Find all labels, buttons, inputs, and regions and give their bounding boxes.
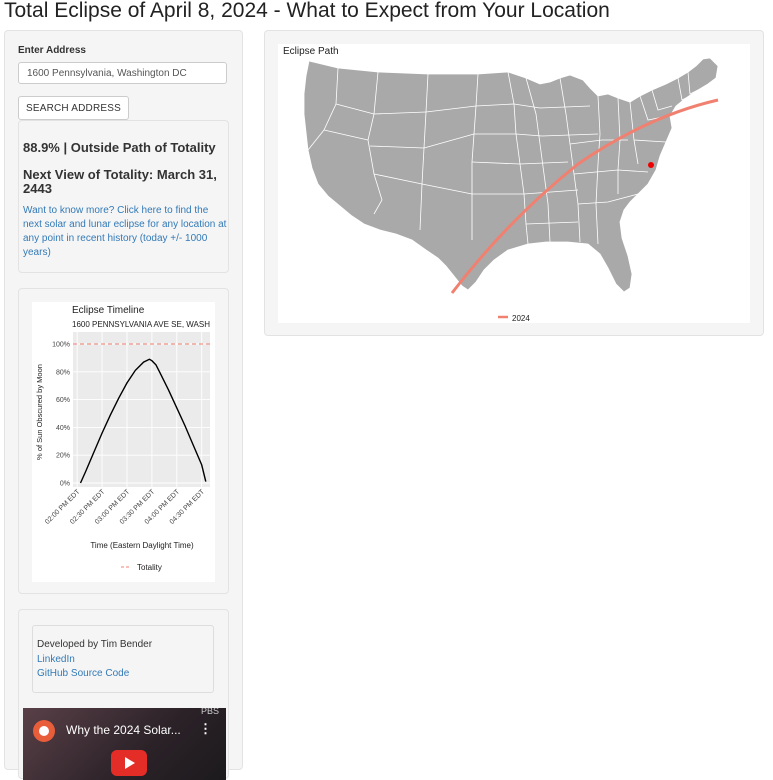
map-canvas: Eclipse Path 2024 <box>278 44 750 323</box>
y-tick-label: 40% <box>56 425 70 432</box>
y-tick-label: 0% <box>60 481 70 488</box>
video-embed[interactable]: Why the 2024 Solar... PBS ⋮ <box>23 708 226 780</box>
legend-totality-label: Totality <box>137 563 162 572</box>
plot-panel <box>73 332 210 487</box>
learn-more-link[interactable]: Want to know more? Click here to find th… <box>23 204 228 260</box>
us-landmass <box>303 57 719 293</box>
video-channel-badge: PBS <box>201 708 220 716</box>
location-marker <box>648 162 654 168</box>
y-tick-label: 60% <box>56 397 70 404</box>
play-icon[interactable] <box>111 750 147 776</box>
us-map-svg: 2024 <box>303 57 719 323</box>
map-panel: Eclipse Path 2024 <box>264 30 764 336</box>
channel-logo-icon <box>33 720 55 742</box>
linkedin-link[interactable]: LinkedIn <box>37 654 75 665</box>
chart-title: Eclipse Timeline <box>72 305 145 316</box>
x-axis-label: Time (Eastern Daylight Time) <box>90 541 194 550</box>
address-input[interactable] <box>18 62 227 84</box>
timeline-well: Eclipse Timeline 1600 PENNSYLVANIA AVE S… <box>18 288 229 594</box>
credits-well: Developed by Tim Bender LinkedIn GitHub … <box>18 609 229 780</box>
chart-subtitle: 1600 PENNSYLVANIA AVE SE, WASH <box>72 320 210 329</box>
address-label: Enter Address <box>18 45 86 56</box>
credits-box: Developed by Tim Bender LinkedIn GitHub … <box>32 625 214 693</box>
y-tick-label: 100% <box>52 342 70 349</box>
next-totality-text: Next View of Totality: March 31, 2443 <box>23 167 217 196</box>
sidebar-panel: Enter Address SEARCH ADDRESS 88.9% | Out… <box>4 30 243 780</box>
legend-2024-label: 2024 <box>512 314 530 323</box>
y-tick-label: 20% <box>56 453 70 460</box>
developer-text: Developed by Tim Bender <box>37 639 153 650</box>
more-vert-icon[interactable]: ⋮ <box>199 721 212 737</box>
result-well: 88.9% | Outside Path of Totality Next Vi… <box>18 120 229 273</box>
video-title[interactable]: Why the 2024 Solar... <box>66 723 181 737</box>
coverage-text: 88.9% | Outside Path of Totality <box>23 140 216 155</box>
search-address-button[interactable]: SEARCH ADDRESS <box>18 96 129 120</box>
timeline-chart-svg: Eclipse Timeline 1600 PENNSYLVANIA AVE S… <box>35 305 210 572</box>
y-axis-label: % of Sun Obscured by Moon <box>35 364 44 460</box>
page-title: Total Eclipse of April 8, 2024 - What to… <box>4 0 610 22</box>
timeline-chart: Eclipse Timeline 1600 PENNSYLVANIA AVE S… <box>32 302 215 582</box>
y-tick-label: 80% <box>56 369 70 376</box>
github-link[interactable]: GitHub Source Code <box>37 668 129 679</box>
